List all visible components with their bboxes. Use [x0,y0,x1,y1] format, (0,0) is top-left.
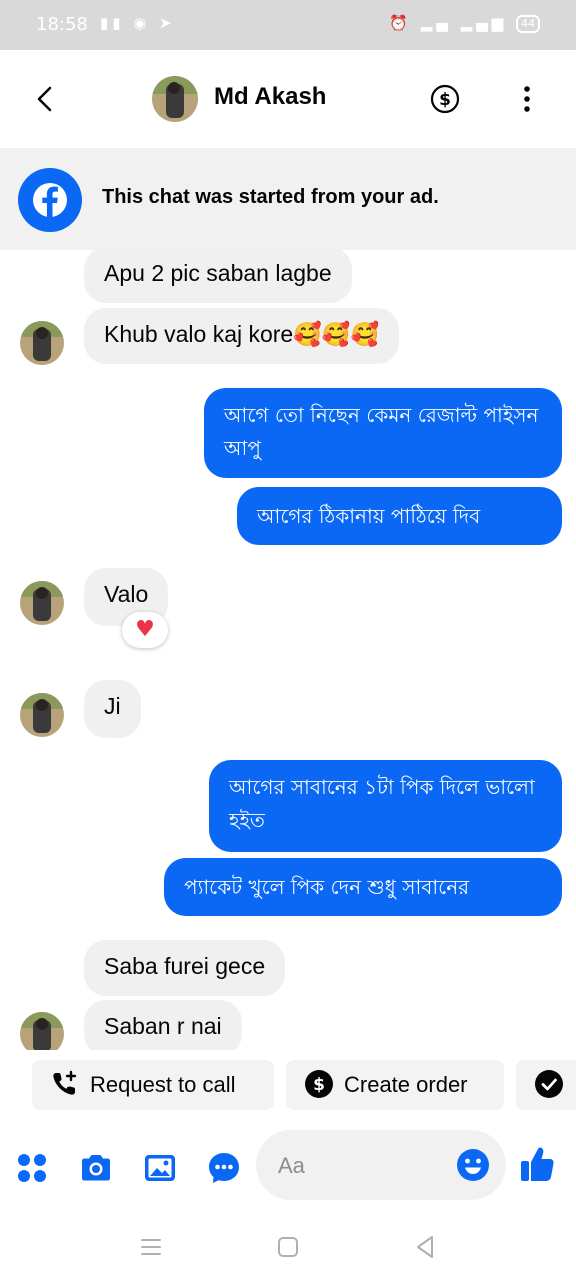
ad-origin-banner: This chat was started from your ad. [0,148,576,250]
back-arrow-icon[interactable] [30,80,64,118]
create-order-chip[interactable]: $ Create order [286,1060,504,1110]
apps-menu-icon[interactable] [14,1150,50,1186]
dollar-circle-icon: $ [305,1070,333,1099]
contact-avatar[interactable] [152,76,198,122]
message-bubble-outgoing[interactable]: আগে তো নিছেন কেমন রেজাল্ট পাইসন আপু [204,388,562,478]
message-composer [0,1124,576,1214]
message-bubble-outgoing[interactable]: প্যাকেট খুলে পিক দেন শুধু সাবানের [164,858,562,916]
message-input[interactable] [276,1130,450,1202]
emoji-icon[interactable] [456,1148,490,1182]
battery-icon: 44 [516,14,540,33]
facebook-logo-icon [18,168,82,232]
chat-bubble-icon[interactable] [206,1150,242,1186]
recent-apps-icon[interactable] [136,1232,166,1262]
request-to-call-label: Request to call [90,1072,236,1097]
back-nav-icon[interactable] [410,1232,440,1262]
message-bubble-outgoing[interactable]: আগের সাবানের ১টা পিক দিলে ভালো হইত [209,760,562,852]
system-navigation-bar [0,1214,576,1280]
heart-reaction-icon[interactable]: ♥ [122,612,168,648]
check-circle-icon [535,1070,563,1099]
message-bubble-incoming[interactable]: Saban r nai [84,1000,242,1056]
phone-plus-icon [53,1070,77,1095]
message-bubble-incoming[interactable]: Saba furei gece [84,940,286,996]
camera-icon[interactable] [78,1150,114,1186]
status-notification-icons: ▮▮ ◉ ➤ [100,14,176,32]
sender-avatar[interactable] [20,321,64,365]
message-input-wrapper [256,1130,506,1202]
status-time: 18:58 [36,14,88,35]
status-system-icons: ⏰ ▂▄ ▂▄▆ 44 [389,14,540,33]
message-bubble-incoming[interactable]: Khub valo kaj kore🥰🥰🥰 [84,308,400,364]
home-icon[interactable] [273,1232,303,1262]
status-bar: 18:58 ▮▮ ◉ ➤ ⏰ ▂▄ ▂▄▆ 44 [0,0,576,50]
message-bubble-incoming[interactable]: Ji [84,680,141,738]
svg-text:$: $ [313,1075,325,1095]
gallery-icon[interactable] [142,1150,178,1186]
sender-avatar[interactable] [20,693,64,737]
sender-avatar[interactable] [20,581,64,625]
contact-name[interactable]: Md Akash [214,83,326,111]
chat-header: Md Akash $ [0,50,576,148]
create-order-label: Create order [344,1072,468,1097]
dollar-circle-icon[interactable]: $ [430,84,460,114]
request-to-call-chip[interactable]: Request to call [32,1060,274,1110]
message-bubble-incoming[interactable]: Apu 2 pic saban lagbe [84,247,352,303]
ad-banner-text: This chat was started from your ad. [102,186,439,208]
thumbs-up-icon[interactable] [518,1144,556,1184]
message-bubble-outgoing[interactable]: আগের ঠিকানায় পাঠিয়ে দিব [237,487,562,545]
mark-done-chip[interactable] [516,1060,576,1110]
svg-text:$: $ [439,90,451,110]
more-options-icon[interactable] [516,84,538,114]
quick-replies-bar: Request to call $ Create order [0,1050,576,1120]
